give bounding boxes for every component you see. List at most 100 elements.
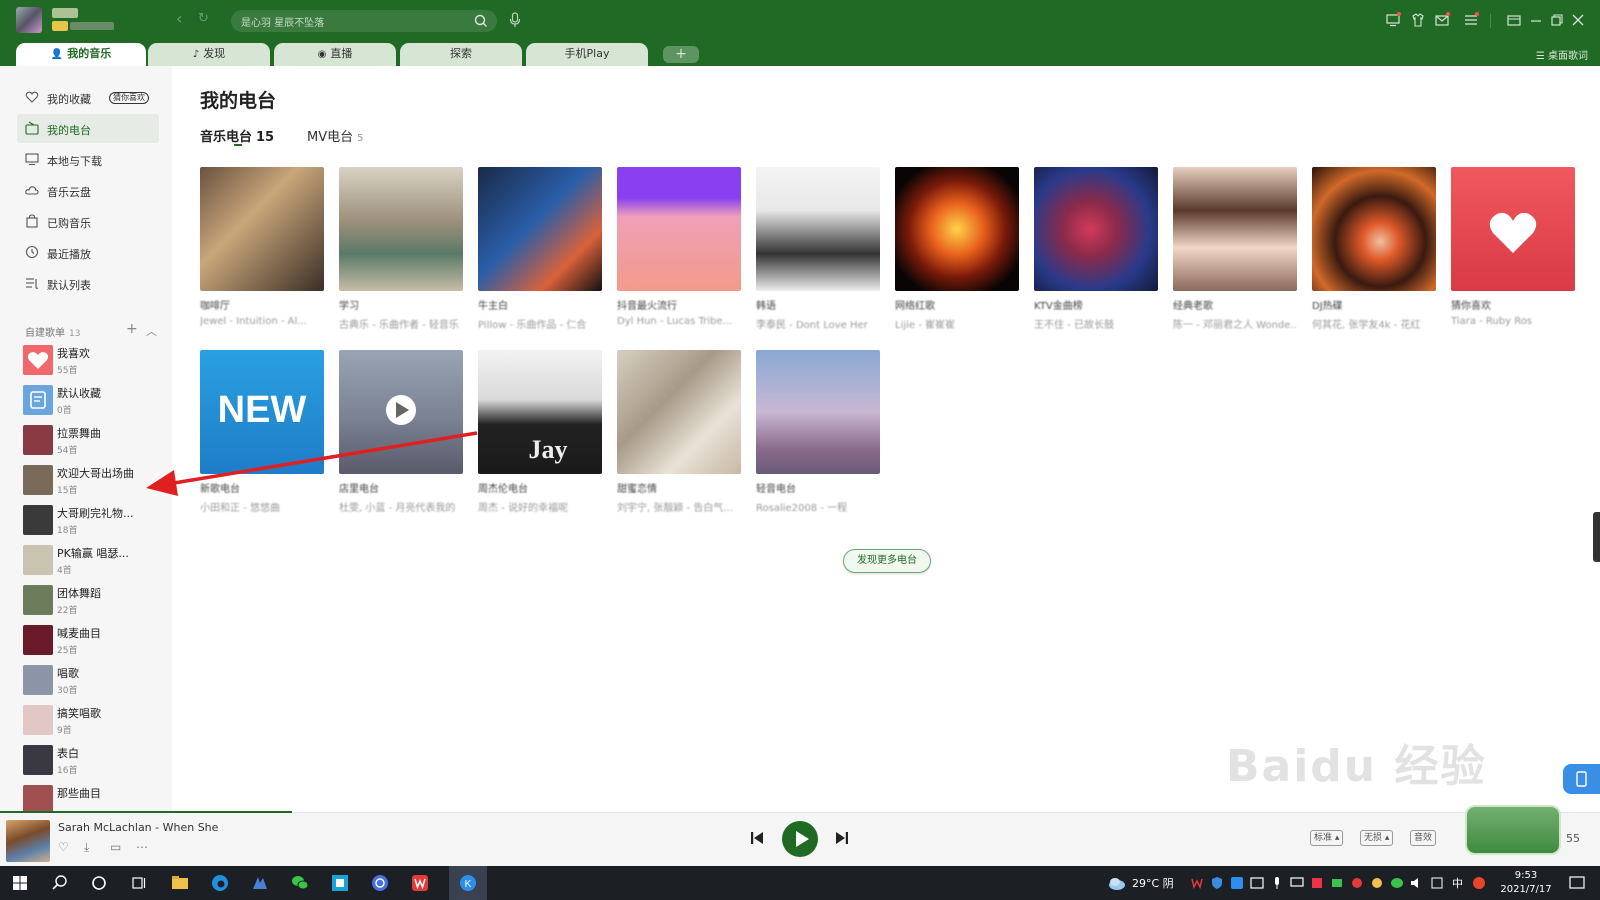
playlist-item[interactable]: 默认收藏 0首 bbox=[23, 383, 168, 421]
progress-bar[interactable] bbox=[0, 811, 292, 813]
sidebar-item-purchased[interactable]: 已购音乐 bbox=[17, 207, 159, 236]
radio-cover[interactable] bbox=[756, 350, 880, 474]
sidebar-item-cloud-disk[interactable]: 音乐云盘 bbox=[17, 176, 159, 205]
tab-live[interactable]: ◉ 直播 bbox=[274, 43, 396, 66]
tab-discover[interactable]: ♪ 发现 bbox=[148, 43, 270, 66]
tray-app2-icon[interactable] bbox=[1430, 874, 1444, 892]
message-icon[interactable] bbox=[1434, 12, 1450, 28]
playlist-item[interactable]: 那些曲目 bbox=[23, 783, 168, 812]
radio-title[interactable]: 牛主白 bbox=[478, 297, 602, 312]
file-explorer-icon[interactable] bbox=[171, 874, 189, 892]
radio-title[interactable]: 周杰伦电台 bbox=[478, 480, 602, 495]
maximize-icon[interactable] bbox=[1548, 12, 1564, 28]
radio-cover[interactable] bbox=[1312, 167, 1436, 291]
scroll-handle[interactable] bbox=[1593, 512, 1600, 562]
search-icon[interactable] bbox=[473, 13, 489, 29]
notification-icon[interactable] bbox=[1568, 874, 1586, 892]
radio-cover[interactable] bbox=[339, 167, 463, 291]
tab-mobile-play[interactable]: 手机Play bbox=[526, 43, 648, 66]
minimize-icon[interactable] bbox=[1528, 12, 1544, 28]
radio-cover[interactable] bbox=[478, 167, 602, 291]
tab-explore[interactable]: 探索 bbox=[400, 43, 522, 66]
previous-track-icon[interactable] bbox=[748, 829, 766, 847]
radio-cover[interactable] bbox=[1034, 167, 1158, 291]
radio-cover[interactable]: Jay bbox=[478, 350, 602, 474]
add-playlist-icon[interactable]: + bbox=[126, 321, 138, 337]
kugou-icon[interactable]: K bbox=[459, 874, 477, 892]
wps-icon[interactable] bbox=[411, 874, 429, 892]
sound-effect-button[interactable]: 音效 bbox=[1410, 830, 1437, 846]
next-track-icon[interactable] bbox=[833, 829, 851, 847]
search-icon[interactable] bbox=[51, 874, 69, 892]
volume-level[interactable]: 55 bbox=[1566, 832, 1580, 845]
cortana-icon[interactable] bbox=[90, 874, 108, 892]
wps-tray-icon[interactable] bbox=[1190, 874, 1204, 892]
radio-title[interactable]: 甜蜜恋情 bbox=[617, 480, 741, 495]
radio-title[interactable]: 学习 bbox=[339, 297, 463, 312]
radio-cover[interactable] bbox=[756, 167, 880, 291]
radio-cover[interactable] bbox=[895, 167, 1019, 291]
sogou-icon[interactable] bbox=[1472, 874, 1486, 892]
play-button[interactable] bbox=[782, 821, 818, 857]
record-icon[interactable] bbox=[1350, 874, 1364, 892]
voice-search-icon[interactable] bbox=[508, 12, 522, 28]
playlist-item[interactable]: 唱歌 30首 bbox=[23, 663, 168, 701]
radio-title[interactable]: DJ热碟 bbox=[1312, 297, 1436, 312]
radio-cover[interactable] bbox=[200, 167, 324, 291]
app-icon[interactable] bbox=[251, 874, 269, 892]
wechat-tray-icon[interactable] bbox=[1390, 874, 1404, 892]
tray-green-icon[interactable] bbox=[1330, 874, 1344, 892]
guess-you-like-badge[interactable]: 猜你喜欢 bbox=[109, 92, 149, 104]
playlist-item[interactable]: 表白 16首 bbox=[23, 743, 168, 781]
more-icon[interactable]: ⋯ bbox=[136, 840, 150, 854]
radio-cover[interactable] bbox=[617, 350, 741, 474]
volume-icon[interactable] bbox=[1410, 874, 1424, 892]
microphone-icon[interactable] bbox=[1270, 874, 1284, 892]
app-blue-icon[interactable] bbox=[331, 874, 349, 892]
radio-title[interactable]: 咖啡厅 bbox=[200, 297, 324, 312]
radio-title[interactable]: 轻音电台 bbox=[756, 480, 880, 495]
mini-player-widget[interactable] bbox=[1465, 805, 1561, 855]
radio-cover[interactable]: NEW bbox=[200, 350, 324, 474]
playlist-item[interactable]: 大哥刷完礼物... 18首 bbox=[23, 503, 168, 541]
sidebar-item-recent[interactable]: 最近播放 bbox=[17, 238, 159, 267]
radio-cover[interactable] bbox=[339, 350, 463, 474]
sidebar-item-my-radio[interactable]: 我的电台 bbox=[17, 114, 159, 143]
mini-mode-icon[interactable] bbox=[1506, 12, 1522, 28]
playlist-item[interactable]: 喊麦曲目 25首 bbox=[23, 623, 168, 661]
menu-icon[interactable] bbox=[1463, 12, 1479, 28]
radio-title[interactable]: 店里电台 bbox=[339, 480, 463, 495]
task-view-icon[interactable] bbox=[130, 874, 148, 892]
radio-title[interactable]: 猜你喜欢 bbox=[1451, 297, 1575, 312]
back-icon[interactable]: ‹ bbox=[176, 10, 182, 28]
weather-text[interactable]: 29°C 阴 bbox=[1132, 875, 1174, 891]
close-icon[interactable] bbox=[1570, 12, 1586, 28]
user-badge[interactable] bbox=[52, 8, 118, 32]
screen-cast-icon[interactable] bbox=[1385, 12, 1401, 28]
tray-app-icon[interactable] bbox=[1230, 874, 1244, 892]
tray-window-icon[interactable] bbox=[1250, 874, 1264, 892]
playlist-item[interactable]: 团体舞蹈 22首 bbox=[23, 583, 168, 621]
network-icon[interactable] bbox=[1290, 874, 1304, 892]
radio-title[interactable]: 韩语 bbox=[756, 297, 880, 312]
radio-title[interactable]: 抖音最火流行 bbox=[617, 297, 741, 312]
sidebar-item-default-list[interactable]: 默认列表 bbox=[17, 269, 159, 298]
sidebar-item-favorites[interactable]: 我的收藏 猜你喜欢 bbox=[17, 83, 159, 112]
search-box[interactable]: 是心羽 星辰不坠落 bbox=[231, 10, 497, 32]
radio-cover[interactable] bbox=[617, 167, 741, 291]
system-clock[interactable]: 9:53 2021/7/17 bbox=[1497, 869, 1555, 897]
tab-mv-radio[interactable]: MV电台 5 bbox=[307, 126, 364, 145]
refresh-icon[interactable]: ↻ bbox=[198, 10, 209, 28]
radio-title[interactable]: 网络红歌 bbox=[895, 297, 1019, 312]
sidebar-item-local-download[interactable]: 本地与下载 bbox=[17, 145, 159, 174]
playlist-item[interactable]: 欢迎大哥出场曲 15首 bbox=[23, 463, 168, 501]
lossless-select[interactable]: 无损 ▴ bbox=[1360, 830, 1394, 846]
now-playing-cover[interactable] bbox=[6, 820, 50, 862]
playlist-item[interactable]: 我喜欢 55首 bbox=[23, 343, 168, 381]
download-icon[interactable]: ⤓ bbox=[84, 840, 98, 854]
ime-indicator[interactable]: 中 bbox=[1452, 875, 1463, 891]
radio-title[interactable]: 新歌电台 bbox=[200, 480, 324, 495]
add-tab-button[interactable]: + bbox=[663, 46, 699, 63]
quality-select[interactable]: 标准 ▴ bbox=[1310, 830, 1344, 846]
radio-cover[interactable] bbox=[1173, 167, 1297, 291]
